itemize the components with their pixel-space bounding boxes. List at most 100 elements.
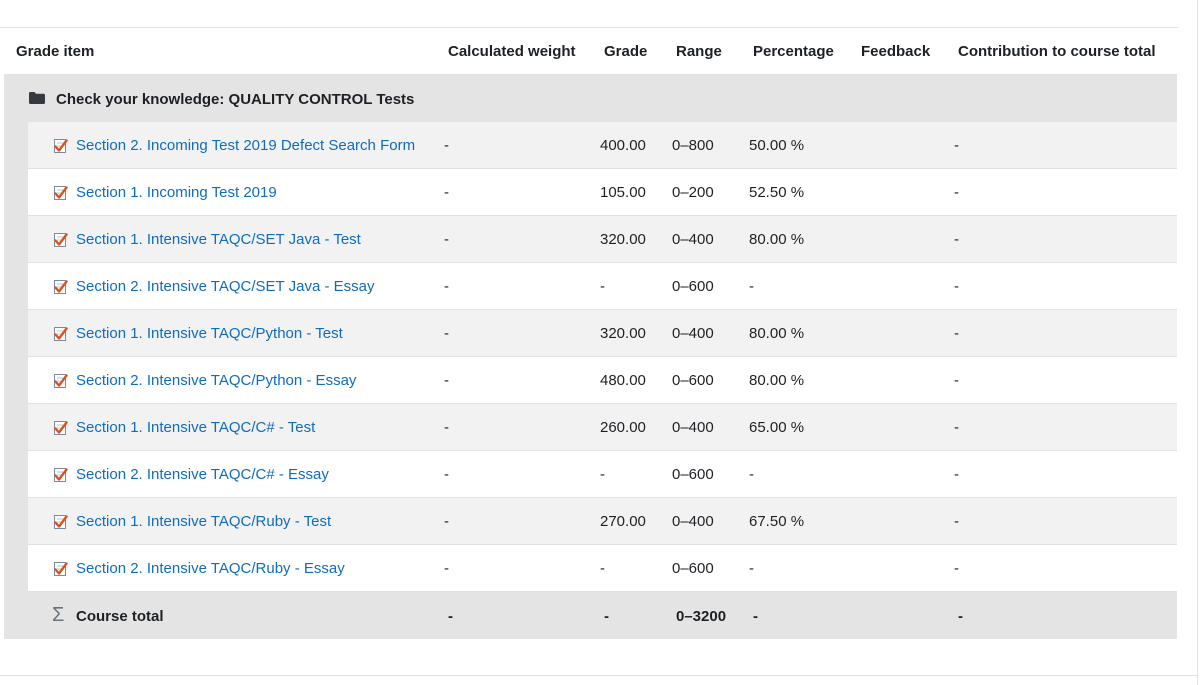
quiz-icon [52,326,68,342]
grade-item-link[interactable]: Section 2. Intensive TAQC/Python - Essay [76,372,356,389]
course-total-weight: - [448,608,453,625]
grade-item-link[interactable]: Section 2. Intensive TAQC/C# - Essay [76,466,329,483]
grade-item-row: Section 1. Incoming Test 2019 - 105.00 0–20… [28,169,1177,216]
item-calculated-weight: - [444,560,449,577]
quiz-icon [52,232,68,248]
item-contribution: - [954,513,959,530]
item-grade: 105.00 [600,184,646,201]
item-grade: - [600,278,605,295]
column-header-range: Range [676,43,722,60]
course-total-range: 0–3200 [676,608,727,625]
item-grade: 400.00 [600,137,646,154]
grade-item-row: Section 1. Intensive TAQC/SET Java - Tes… [28,216,1177,263]
item-calculated-weight: - [444,419,449,436]
grade-item-row: Section 1. Intensive TAQC/C# - Test - 260.… [28,404,1177,451]
grade-items-list: Section 2. Incoming Test 2019 Defect Sea… [28,122,1177,592]
grade-item-link[interactable]: Section 1. Incoming Test 2019 [76,184,277,201]
item-range: 0–600 [672,278,714,295]
item-percentage: - [749,278,754,295]
item-grade: 320.00 [600,231,646,248]
item-percentage: 52.50 % [749,184,805,201]
grade-item-link[interactable]: Section 1. Intensive TAQC/SET Java - Tes… [76,231,361,248]
frame-right-border [1197,0,1198,685]
item-range: 0–400 [672,325,714,342]
grade-item-link[interactable]: Section 1. Intensive TAQC/Ruby - Test [76,513,331,530]
item-range: 0–800 [672,137,714,154]
category-label: Check your knowledge: QUALITY CONTROL Te… [56,91,415,108]
item-percentage: 50.00 % [749,137,805,154]
item-percentage: 80.00 % [749,231,805,248]
item-calculated-weight: - [444,372,449,389]
item-contribution: - [954,419,959,436]
course-total-contribution: - [958,608,963,625]
item-range: 0–600 [672,560,714,577]
item-percentage: 65.00 % [749,419,805,436]
column-header-feedback: Feedback [861,43,931,60]
item-contribution: - [954,278,959,295]
item-contribution: - [954,560,959,577]
grade-item-row: Section 2. Incoming Test 2019 Defect Sea… [28,122,1177,169]
item-grade: - [600,466,605,483]
item-calculated-weight: - [444,466,449,483]
grade-item-link[interactable]: Section 2. Intensive TAQC/Ruby - Essay [76,560,345,577]
item-percentage: 67.50 % [749,513,805,530]
grade-item-row: Section 2. Intensive TAQC/Ruby - Essay - -… [28,545,1177,592]
column-header-calculated-weight: Calculated weight [448,43,576,60]
column-header-grade-item: Grade item [16,43,95,60]
grade-item-link[interactable]: Section 1. Intensive TAQC/C# - Test [76,419,315,436]
item-calculated-weight: - [444,513,449,530]
quiz-icon [52,373,68,389]
item-calculated-weight: - [444,184,449,201]
item-percentage: 80.00 % [749,325,805,342]
quiz-icon [52,185,68,201]
grade-item-row: Section 1. Intensive TAQC/Ruby - Test - 27… [28,498,1177,545]
column-header-grade: Grade [604,43,648,60]
grade-item-link[interactable]: Section 2. Intensive TAQC/SET Java - Ess… [76,278,374,295]
item-percentage: 80.00 % [749,372,805,389]
grade-item-link[interactable]: Section 1. Intensive TAQC/Python - Test [76,325,343,342]
item-contribution: - [954,466,959,483]
item-calculated-weight: - [444,278,449,295]
quiz-icon [52,420,68,436]
course-total-grade: - [604,608,609,625]
item-calculated-weight: - [444,137,449,154]
grade-item-row: Section 2. Intensive TAQC/SET Java - Ess… [28,263,1177,310]
item-grade: 480.00 [600,372,646,389]
grade-item-row: Section 1. Intensive TAQC/Python - Test -… [28,310,1177,357]
grade-item-row: Section 2. Intensive TAQC/C# - Essay - - 0–… [28,451,1177,498]
quiz-icon [52,514,68,530]
category-indent-band [4,122,28,592]
item-range: 0–600 [672,372,714,389]
column-header-contribution: Contribution to course total [958,43,1156,60]
item-contribution: - [954,325,959,342]
item-calculated-weight: - [444,325,449,342]
course-total-label: Course total [76,608,164,625]
frame-bottom-border [0,675,1198,676]
item-grade: 320.00 [600,325,646,342]
item-grade: - [600,560,605,577]
item-contribution: - [954,184,959,201]
folder-icon [29,92,45,104]
grade-table-header: Grade item Calculated weight Grade Range… [4,28,1177,75]
item-calculated-weight: - [444,231,449,248]
item-range: 0–400 [672,513,714,530]
item-contribution: - [954,372,959,389]
grade-item-row: Section 2. Intensive TAQC/Python - Essay… [28,357,1177,404]
course-total-percentage: - [753,608,758,625]
quiz-icon [52,561,68,577]
item-grade: 260.00 [600,419,646,436]
category-row: Check your knowledge: QUALITY CONTROL Te… [4,75,1177,122]
item-range: 0–200 [672,184,714,201]
item-grade: 270.00 [600,513,646,530]
item-contribution: - [954,231,959,248]
quiz-icon [52,138,68,154]
column-header-percentage: Percentage [753,43,834,60]
course-total-row: Σ Course total - - 0–3200 - - [4,592,1177,639]
quiz-icon [52,279,68,295]
item-range: 0–400 [672,419,714,436]
grade-item-link[interactable]: Section 2. Incoming Test 2019 Defect Sea… [76,137,415,154]
item-percentage: - [749,466,754,483]
item-percentage: - [749,560,754,577]
quiz-icon [52,467,68,483]
item-contribution: - [954,137,959,154]
